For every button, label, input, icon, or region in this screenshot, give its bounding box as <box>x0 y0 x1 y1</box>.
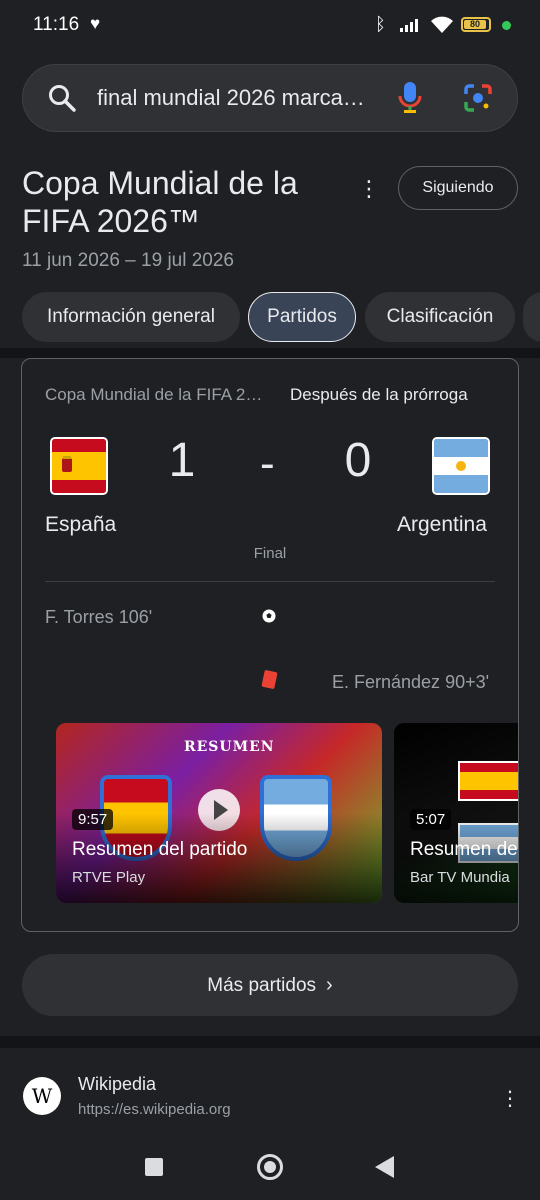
home-score: 1 <box>168 434 196 487</box>
video-source: RTVE Play <box>72 869 146 886</box>
spain-flag-thumb-icon <box>458 761 518 801</box>
bluetooth-icon: ᛒ <box>375 14 386 34</box>
more-matches-label: Más partidos <box>207 975 317 996</box>
signal-icon <box>400 19 418 32</box>
back-icon[interactable] <box>375 1156 394 1178</box>
video-source: Bar TV Mundia <box>410 869 510 886</box>
home-team-name[interactable]: España <box>45 513 116 537</box>
wikipedia-logo-icon[interactable]: W <box>23 1077 61 1115</box>
status-time: 11:16 <box>33 14 80 35</box>
tab-general-info[interactable]: Información general <box>22 292 240 342</box>
argentina-flag-icon <box>432 437 490 495</box>
video-banner-text: RESUMEN <box>184 739 275 755</box>
search-bar[interactable]: final mundial 2026 marca… <box>22 64 518 132</box>
video-title: Resumen del partido <box>72 839 248 860</box>
tab-bar: Información general Partidos Clasificaci… <box>0 292 540 344</box>
video-highlight-rtve[interactable]: RESUMEN 9:57 Resumen del partido RTVE Pl… <box>56 723 382 903</box>
goal-event: F. Torres 106' <box>45 607 153 627</box>
match-card[interactable]: Copa Mundial de la FIFA 2… Después de la… <box>21 358 519 932</box>
battery-icon: 80 <box>461 17 491 32</box>
video-duration: 5:07 <box>410 809 452 830</box>
result-options-icon[interactable]: ⋮ <box>500 1086 520 1111</box>
recents-icon[interactable] <box>145 1158 163 1176</box>
home-icon[interactable] <box>257 1154 283 1180</box>
tournament-dates: 11 jun 2026 – 19 jul 2026 <box>22 250 234 271</box>
more-matches-button[interactable]: Más partidos › <box>22 954 518 1016</box>
microphone-icon[interactable] <box>398 81 422 115</box>
video-highlight-bartv[interactable]: 5:07 Resumen de Bar TV Mundia <box>394 723 518 903</box>
red-card-icon <box>261 669 278 690</box>
video-title: Resumen de <box>410 839 518 860</box>
section-divider <box>0 348 540 358</box>
google-lens-icon[interactable] <box>463 83 493 113</box>
tab-next[interactable] <box>523 292 540 342</box>
spain-flag-icon <box>50 437 108 495</box>
system-nav-bar <box>0 1140 540 1200</box>
search-input[interactable]: final mundial 2026 marca… <box>97 85 377 111</box>
result-url[interactable]: https://es.wikipedia.org <box>78 1101 231 1118</box>
battery-level: 80 <box>464 20 486 29</box>
score-separator: - <box>260 439 275 488</box>
chevron-right-icon: › <box>326 974 333 996</box>
section-divider <box>0 1036 540 1048</box>
page-title: Copa Mundial de la FIFA 2026™ <box>22 165 298 239</box>
soccer-ball-icon <box>262 609 276 623</box>
away-score: 0 <box>344 434 372 487</box>
search-icon[interactable] <box>47 83 77 113</box>
away-team-name[interactable]: Argentina <box>397 513 487 537</box>
tab-standings[interactable]: Clasificación <box>365 292 515 342</box>
match-result-label: Final <box>253 545 287 562</box>
red-card-event: E. Fernández 90+3' <box>332 672 490 692</box>
tab-matches[interactable]: Partidos <box>248 292 356 342</box>
wifi-icon <box>431 16 453 33</box>
result-site-name[interactable]: Wikipedia <box>78 1074 156 1095</box>
card-divider <box>45 581 495 582</box>
video-duration: 9:57 <box>72 809 114 830</box>
match-status: Después de la prórroga <box>290 385 468 404</box>
status-bar: 11:16 ♥ ᛒ 80 <box>0 0 540 54</box>
competition-name: Copa Mundial de la FIFA 2… <box>45 385 263 404</box>
privacy-dot-icon <box>502 21 511 30</box>
following-button[interactable]: Siguiendo <box>398 166 518 210</box>
more-options-icon[interactable]: ⋮ <box>358 176 380 202</box>
heart-icon: ♥ <box>90 14 101 33</box>
